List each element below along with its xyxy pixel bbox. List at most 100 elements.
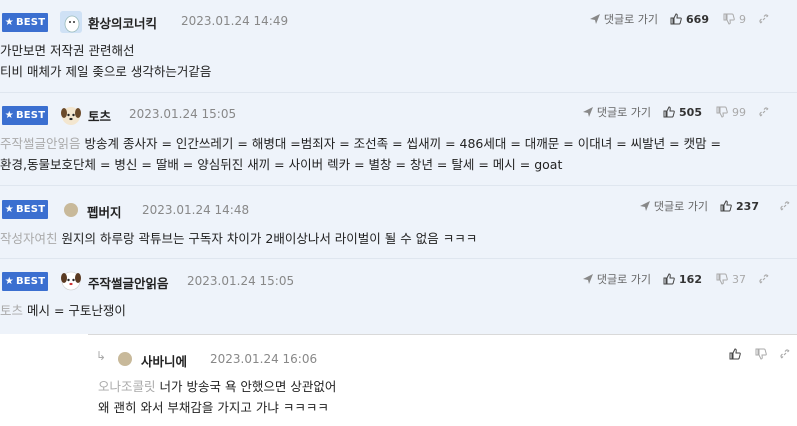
upvote-button[interactable]: 669 xyxy=(670,13,709,26)
comment-actions: 댓글로 가기 237 xyxy=(639,198,791,214)
link-icon xyxy=(780,349,790,359)
comment-author[interactable]: 사바니에 xyxy=(141,351,187,370)
comment-date: 2023.01.24 16:06 xyxy=(210,352,318,366)
comment-body: 토츠 메시 = 구토난쟁이 xyxy=(0,300,126,321)
link-button[interactable] xyxy=(779,200,791,212)
comment-line: 티비 매체가 제일 좆으로 생각하는거같음 xyxy=(0,64,212,79)
reply-comment: ↳ 사바니에 2023.01.24 16:06 오나조콜릿 너가 방송국 욕 안… xyxy=(88,334,797,426)
star-icon: ★ xyxy=(4,203,14,215)
downvote-button[interactable]: 9 xyxy=(723,13,746,26)
reply-link[interactable]: 댓글로 가기 xyxy=(589,11,658,27)
reply-link-label: 댓글로 가기 xyxy=(596,273,652,286)
star-icon: ★ xyxy=(4,109,14,121)
reply-link[interactable]: 댓글로 가기 xyxy=(582,104,651,120)
comment-line: 환경,동물보호단체 = 병신 = 딸배 = 양심뒤진 새끼 = 사이버 렉카 =… xyxy=(0,157,563,172)
best-comment: ★ BEST 펩버지 2023.01.24 14:48 댓글로 가기 237 작… xyxy=(0,186,797,259)
best-badge: ★ BEST xyxy=(2,13,48,32)
downvote-count: 9 xyxy=(739,12,746,26)
reply-link-label: 댓글로 가기 xyxy=(653,200,709,213)
comment-actions: 댓글로 가기 162 37 xyxy=(582,271,770,287)
downvote-button[interactable]: 99 xyxy=(716,106,746,119)
avatar-image-icon xyxy=(60,11,82,33)
comment-author[interactable]: 환상의코너킥 xyxy=(88,13,157,32)
upvote-button[interactable] xyxy=(729,348,741,360)
best-label: BEST xyxy=(15,276,46,287)
link-button[interactable] xyxy=(758,273,770,285)
comment-line: 왜 괜히 와서 부채감을 가지고 가냐 ㅋㅋㅋㅋ xyxy=(98,400,329,415)
upvote-count: 237 xyxy=(736,199,759,213)
avatar[interactable] xyxy=(60,11,82,33)
reply-link[interactable]: 댓글로 가기 xyxy=(582,271,651,287)
link-icon xyxy=(759,274,769,284)
best-badge: ★ BEST xyxy=(2,272,48,291)
best-badge: ★ BEST xyxy=(2,106,48,125)
comment-date: 2023.01.24 15:05 xyxy=(187,274,295,288)
comment-line: 원지의 하루랑 곽튜브는 구독자 차이가 2배이상나서 라이벌이 될 수 없음 … xyxy=(61,231,478,246)
avatar[interactable] xyxy=(60,269,82,291)
mention-tag[interactable]: 주작썰글안읽음 xyxy=(0,136,81,151)
comment-author[interactable]: 주작썰글안읽음 xyxy=(88,273,169,292)
link-icon xyxy=(780,201,790,211)
reply-link[interactable]: 댓글로 가기 xyxy=(639,198,708,214)
star-icon: ★ xyxy=(4,16,14,28)
avatar[interactable] xyxy=(64,203,78,217)
thumbs-up-icon xyxy=(670,13,682,25)
thumbs-down-icon xyxy=(755,348,767,360)
thumbs-up-icon xyxy=(720,200,732,212)
downvote-count: 37 xyxy=(732,272,746,286)
comment-line: 너가 방송국 욕 안했으면 상관없어 xyxy=(159,379,337,394)
link-button[interactable] xyxy=(758,13,770,25)
comment-date: 2023.01.24 14:48 xyxy=(142,203,250,217)
mention-tag[interactable]: 오나조콜릿 xyxy=(98,379,156,394)
dog-face-icon xyxy=(61,271,81,291)
comment-line: 메시 = 구토난쟁이 xyxy=(27,303,126,318)
link-icon xyxy=(759,107,769,117)
upvote-count: 505 xyxy=(679,105,702,119)
best-label: BEST xyxy=(15,204,46,215)
comment-date: 2023.01.24 15:05 xyxy=(129,107,237,121)
avatar[interactable] xyxy=(60,104,82,126)
star-icon: ★ xyxy=(4,275,14,287)
comment-actions: 댓글로 가기 669 9 xyxy=(589,11,770,27)
comment-body: 작성자여친 원지의 하루랑 곽튜브는 구독자 차이가 2배이상나서 라이벌이 될… xyxy=(0,228,477,249)
mention-tag[interactable]: 토츠 xyxy=(0,303,23,318)
reply-link-label: 댓글로 가기 xyxy=(596,106,652,119)
thumbs-down-icon xyxy=(716,106,728,118)
best-badge: ★ BEST xyxy=(2,200,48,219)
upvote-count: 162 xyxy=(679,272,702,286)
best-label: BEST xyxy=(15,110,46,121)
upvote-button[interactable]: 237 xyxy=(720,200,759,213)
downvote-button[interactable]: 37 xyxy=(716,273,746,286)
reply-arrow-icon: ↳ xyxy=(96,349,107,363)
comment-line: 방송계 종사자 = 인간쓰레기 = 해병대 =범죄자 = 조선족 = 씹새끼 =… xyxy=(84,136,722,151)
link-button[interactable] xyxy=(779,348,791,360)
best-comment: ★ BEST 토츠 2023.01.24 15:05 댓글로 가기 505 99 xyxy=(0,93,797,186)
thumbs-up-icon xyxy=(663,106,675,118)
thumbs-up-icon xyxy=(663,273,675,285)
downvote-button[interactable] xyxy=(755,348,767,360)
comment-body: 가만보면 저작권 관련해선 티비 매체가 제일 좆으로 생각하는거같음 xyxy=(0,40,211,82)
upvote-button[interactable]: 505 xyxy=(663,106,702,119)
best-comment: ★ BEST 환상의코너킥 2023.01.24 14:49 댓글로 가기 66… xyxy=(0,0,797,93)
comment-author[interactable]: 펩버지 xyxy=(87,202,122,221)
send-icon xyxy=(589,14,600,24)
mention-tag[interactable]: 작성자여친 xyxy=(0,231,58,246)
dog-face-icon xyxy=(61,107,81,125)
comment-actions xyxy=(729,348,791,360)
avatar[interactable] xyxy=(118,352,132,366)
comment-line: 가만보면 저작권 관련해선 xyxy=(0,43,135,58)
thumbs-down-icon xyxy=(723,13,735,25)
upvote-count: 669 xyxy=(686,12,709,26)
best-comment: ★ BEST 주작썰글안읽음 2023.01.24 15:05 댓글로 가기 1… xyxy=(0,259,797,334)
upvote-button[interactable]: 162 xyxy=(663,273,702,286)
downvote-count: 99 xyxy=(732,105,746,119)
thumbs-down-icon xyxy=(716,273,728,285)
link-icon xyxy=(759,14,769,24)
link-button[interactable] xyxy=(758,106,770,118)
send-icon xyxy=(582,274,593,284)
reply-link-label: 댓글로 가기 xyxy=(603,13,659,26)
thumbs-up-icon xyxy=(729,348,741,360)
comment-author[interactable]: 토츠 xyxy=(88,106,111,125)
send-icon xyxy=(582,107,593,117)
comment-body: 오나조콜릿 너가 방송국 욕 안했으면 상관없어 왜 괜히 와서 부채감을 가지… xyxy=(98,376,336,418)
